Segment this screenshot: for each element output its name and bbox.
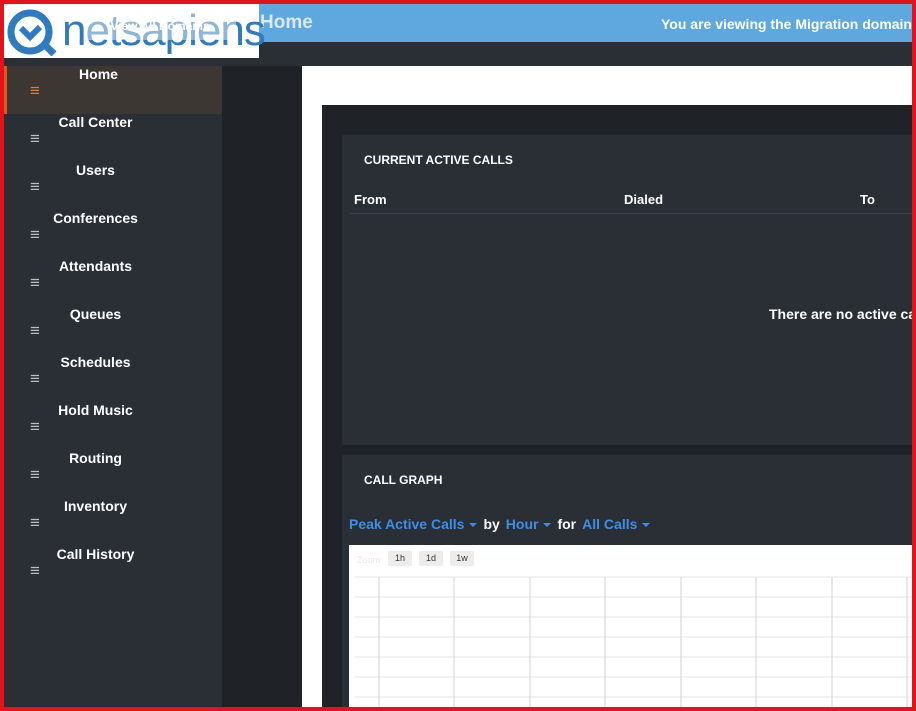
hamburger-icon: ≡ xyxy=(30,81,40,100)
chevron-down-icon xyxy=(543,523,552,528)
interval-dropdown-label: Hour xyxy=(505,516,539,532)
sidebar-item-label: Call Center xyxy=(58,114,133,130)
call-graph-panel: CALL GRAPH Peak Active Calls by Hour for All… xyxy=(342,455,912,707)
sidebar-item-label: Hold Music xyxy=(58,402,133,418)
sidebar-item-label: Queues xyxy=(69,306,122,322)
sidebar: Home ≡ Call Center ≡ Users ≡ Conferences… xyxy=(4,66,222,707)
hamburger-icon: ≡ xyxy=(30,177,40,196)
column-header-dialed[interactable]: Dialed xyxy=(624,192,663,207)
sidebar-item-label: Conferences xyxy=(53,210,138,226)
interval-dropdown[interactable]: Hour xyxy=(506,516,558,532)
hamburger-icon: ≡ xyxy=(30,417,40,436)
view-all-domains-button[interactable]: View All Domains xyxy=(84,12,236,40)
metric-dropdown-label: Peak Active Calls xyxy=(349,516,465,532)
sidebar-item-call-history[interactable]: Call History ≡ xyxy=(4,546,222,594)
domain-notice: You are viewing the Migration domain fo xyxy=(661,16,916,32)
table-divider xyxy=(350,213,912,214)
hamburger-icon: ≡ xyxy=(30,225,40,244)
sidebar-item-label: Routing xyxy=(69,450,122,466)
chevron-down-icon xyxy=(469,523,478,528)
by-label: by xyxy=(483,516,500,532)
hamburger-icon: ≡ xyxy=(30,369,40,388)
sidebar-item-routing[interactable]: Routing ≡ xyxy=(4,450,222,498)
call-graph-chart: Zoom 1h 1d 1w xyxy=(349,545,912,707)
sidebar-item-label: Schedules xyxy=(60,354,131,370)
hamburger-icon: ≡ xyxy=(30,273,40,292)
for-label: for xyxy=(557,516,577,532)
hamburger-icon: ≡ xyxy=(30,561,40,580)
content-gutter xyxy=(222,66,302,707)
active-calls-panel: CURRENT ACTIVE CALLS From Dialed To Ther… xyxy=(342,135,916,445)
filter-dropdown-label: All Calls xyxy=(582,516,638,532)
graph-controls: Peak Active Calls by Hour for All Calls xyxy=(349,516,656,532)
sidebar-item-label: Home xyxy=(79,66,118,82)
sidebar-item-home[interactable]: Home ≡ xyxy=(4,66,222,114)
column-header-from[interactable]: From xyxy=(354,192,387,207)
sidebar-item-hold-music[interactable]: Hold Music ≡ xyxy=(4,402,222,450)
netsapiens-logo-icon xyxy=(7,9,57,56)
sidebar-item-inventory[interactable]: Inventory ≡ xyxy=(4,498,222,546)
sidebar-item-attendants[interactable]: Attendants ≡ xyxy=(4,258,222,306)
sidebar-item-conferences[interactable]: Conferences ≡ xyxy=(4,210,222,258)
sidebar-item-queues[interactable]: Queues ≡ xyxy=(4,306,222,354)
hamburger-icon: ≡ xyxy=(30,321,40,340)
sidebar-item-label: Attendants xyxy=(58,258,133,274)
empty-message: There are no active cal xyxy=(769,306,916,322)
hamburger-icon: ≡ xyxy=(30,129,40,148)
hamburger-icon: ≡ xyxy=(30,513,40,532)
sidebar-item-users[interactable]: Users ≡ xyxy=(4,162,222,210)
sidebar-item-schedules[interactable]: Schedules ≡ xyxy=(4,354,222,402)
metric-dropdown[interactable]: Peak Active Calls xyxy=(349,516,483,532)
panel-title: CURRENT ACTIVE CALLS xyxy=(364,153,513,167)
sidebar-item-label: Inventory xyxy=(63,498,127,514)
sidebar-item-label: Call History xyxy=(56,546,135,562)
hamburger-icon: ≡ xyxy=(30,465,40,484)
filter-dropdown[interactable]: All Calls xyxy=(582,516,656,532)
chevron-down-icon xyxy=(642,523,651,528)
sidebar-item-label: Users xyxy=(76,162,115,178)
panel-title: CALL GRAPH xyxy=(364,473,443,487)
logo[interactable]: netsapiens View All Domains xyxy=(4,4,266,58)
column-header-to[interactable]: To xyxy=(860,192,875,207)
page-title: Home xyxy=(260,12,313,33)
sidebar-item-call-center[interactable]: Call Center ≡ xyxy=(4,114,222,162)
